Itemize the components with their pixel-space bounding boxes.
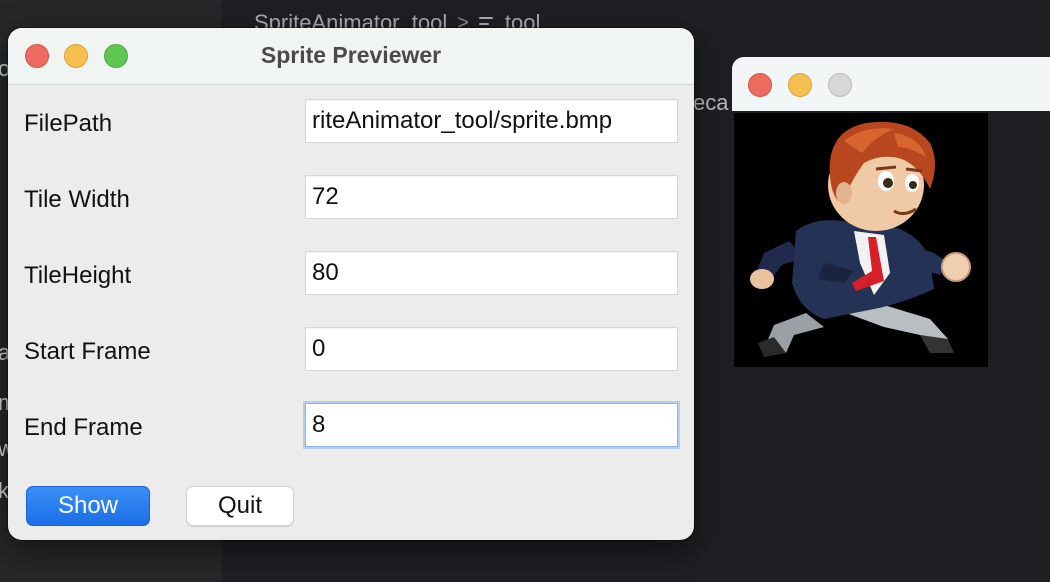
preview-divider xyxy=(988,111,989,367)
tile-height-label: TileHeight xyxy=(24,262,132,289)
sprite-preview-window xyxy=(732,57,1050,582)
running-boy-sprite-icon xyxy=(750,121,971,357)
preview-minimize-button[interactable] xyxy=(788,73,812,97)
tile-width-input[interactable] xyxy=(305,175,678,219)
preview-titlebar[interactable] xyxy=(732,57,1050,111)
tile-width-label: Tile Width xyxy=(24,186,130,213)
start-frame-label: Start Frame xyxy=(24,338,151,365)
filepath-label: FilePath xyxy=(24,110,113,137)
start-frame-input[interactable] xyxy=(305,327,678,371)
end-frame-label: End Frame xyxy=(24,414,143,441)
preview-zoom-button[interactable] xyxy=(828,73,852,97)
show-button[interactable]: Show xyxy=(26,486,150,526)
sprite-previewer-dialog: Sprite Previewer FilePath Tile Width Til… xyxy=(8,28,694,540)
end-frame-input[interactable] xyxy=(305,403,678,447)
preview-close-button[interactable] xyxy=(748,73,772,97)
dialog-title: Sprite Previewer xyxy=(260,42,442,68)
filepath-input[interactable] xyxy=(305,99,678,143)
tile-height-input[interactable] xyxy=(305,251,678,295)
quit-button[interactable]: Quit xyxy=(186,486,294,526)
editor-code-fragment: eca xyxy=(693,90,729,115)
sprite-canvas xyxy=(734,113,988,367)
